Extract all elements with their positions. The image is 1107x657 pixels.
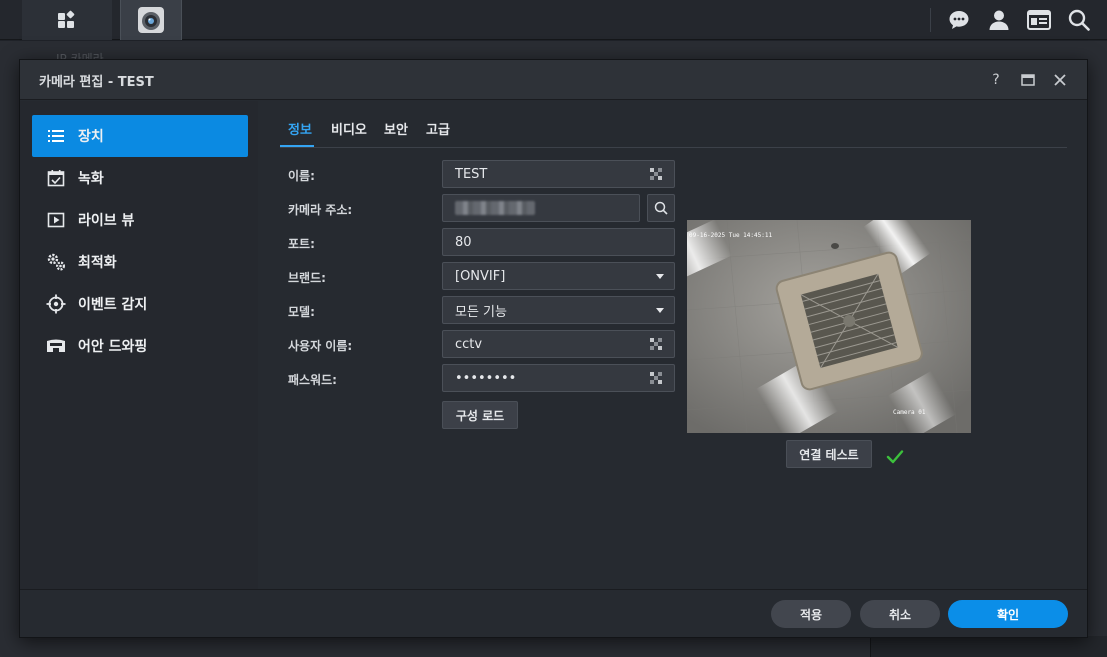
- port-value: 80: [455, 234, 472, 250]
- model-value: 모든 기능: [455, 304, 507, 320]
- crosshair-icon: [46, 294, 66, 314]
- sidebar-item-label: 장치: [78, 129, 104, 145]
- name-label: 이름:: [288, 169, 315, 183]
- password-field[interactable]: ••••••••: [442, 364, 675, 392]
- name-value: TEST: [455, 166, 488, 182]
- sidebar-item-recording[interactable]: 녹화: [32, 157, 248, 199]
- sidebar-item-device[interactable]: 장치: [32, 115, 248, 157]
- edit-camera-dialog: 카메라 편집 - TEST ? 장치 녹화 라이브 뷰 최적화 이벤트 감지 어…: [19, 59, 1088, 638]
- dialog-content: 정보 비디오 보안 고급 이름: TEST 카메라 주소: 포트: 80 브랜드…: [258, 101, 1087, 589]
- dialog-header: 카메라 편집 - TEST ?: [20, 60, 1087, 100]
- username-label: 사용자 이름:: [288, 339, 353, 353]
- search-camera-button[interactable]: [647, 194, 675, 222]
- surveillance-camera-icon: [138, 7, 164, 33]
- sidebar-item-live-view[interactable]: 라이브 뷰: [32, 199, 248, 241]
- camera-preview: 09-16-2025 Tue 14:45:11 Camera 01: [687, 220, 971, 433]
- osd-timestamp: 09-16-2025 Tue 14:45:11: [689, 232, 772, 239]
- active-tab-indicator: [280, 145, 314, 147]
- fisheye-icon: [46, 336, 66, 356]
- tab-video[interactable]: 비디오: [331, 119, 367, 138]
- chevron-down-icon: [656, 307, 664, 313]
- sidebar-item-label: 녹화: [78, 171, 104, 187]
- chat-icon: [949, 11, 969, 29]
- camera-address-field[interactable]: [442, 194, 640, 222]
- chevron-down-icon: [656, 273, 664, 279]
- help-button[interactable]: ?: [986, 70, 1006, 90]
- port-field[interactable]: 80: [442, 228, 675, 256]
- keyboard-icon[interactable]: [648, 370, 664, 386]
- dialog-sidebar: 장치 녹화 라이브 뷰 최적화 이벤트 감지 어안 드와핑: [20, 101, 258, 589]
- search-icon: [654, 201, 668, 215]
- sidebar-item-fisheye-dewarping[interactable]: 어안 드와핑: [32, 325, 248, 367]
- search-icon: [1068, 9, 1090, 31]
- check-icon: [886, 450, 904, 464]
- maximize-icon: [1021, 74, 1035, 86]
- brand-select[interactable]: [ONVIF]: [442, 262, 675, 290]
- name-field[interactable]: TEST: [442, 160, 675, 188]
- osd-camera-label: Camera 01: [893, 409, 926, 416]
- tab-info[interactable]: 정보: [288, 119, 312, 138]
- tab-divider: [280, 147, 1067, 148]
- model-label: 모델:: [288, 305, 315, 319]
- model-select[interactable]: 모든 기능: [442, 296, 675, 324]
- widget-icon: [1027, 10, 1051, 30]
- user-icon: [989, 10, 1009, 30]
- load-config-button[interactable]: 구성 로드: [442, 401, 518, 429]
- user-button[interactable]: [987, 8, 1011, 32]
- sidebar-item-label: 어안 드와핑: [78, 339, 148, 355]
- brand-label: 브랜드:: [288, 271, 326, 285]
- taskbar: [0, 0, 1107, 40]
- password-label: 패스워드:: [288, 373, 337, 387]
- sidebar-item-label: 라이브 뷰: [78, 213, 135, 229]
- maximize-button[interactable]: [1018, 70, 1038, 90]
- close-icon: [1054, 74, 1066, 86]
- chat-button[interactable]: [947, 8, 971, 32]
- username-field[interactable]: cctv: [442, 330, 675, 358]
- ok-button[interactable]: 확인: [948, 600, 1068, 628]
- dialog-title: 카메라 편집 - TEST: [39, 75, 154, 90]
- test-connection-button[interactable]: 연결 테스트: [786, 440, 872, 468]
- widgets-button[interactable]: [1027, 8, 1051, 32]
- search-button[interactable]: [1067, 8, 1091, 32]
- taskbar-separator: [930, 8, 931, 32]
- main-menu-button[interactable]: [22, 0, 112, 40]
- sidebar-item-label: 이벤트 감지: [78, 297, 148, 313]
- help-icon: ?: [992, 72, 1000, 88]
- brand-value: [ONVIF]: [455, 268, 506, 284]
- list-icon: [46, 126, 66, 146]
- sidebar-item-event-detection[interactable]: 이벤트 감지: [32, 283, 248, 325]
- redacted-address: [455, 201, 535, 215]
- keyboard-icon[interactable]: [648, 336, 664, 352]
- tab-advanced[interactable]: 고급: [426, 119, 450, 138]
- grid-apps-icon: [58, 10, 75, 28]
- play-icon: [46, 210, 66, 230]
- background-window-panel: [870, 636, 1107, 657]
- password-value: ••••••••: [455, 370, 517, 386]
- keyboard-icon[interactable]: [648, 166, 664, 182]
- camera-preview-image: 09-16-2025 Tue 14:45:11 Camera 01: [687, 220, 971, 433]
- cancel-button[interactable]: 취소: [860, 600, 940, 628]
- calendar-check-icon: [46, 168, 66, 188]
- sidebar-item-label: 최적화: [78, 255, 117, 271]
- sidebar-item-optimization[interactable]: 최적화: [32, 241, 248, 283]
- gears-icon: [46, 252, 66, 272]
- username-value: cctv: [455, 336, 483, 352]
- address-label: 카메라 주소:: [288, 203, 353, 217]
- port-label: 포트:: [288, 237, 315, 251]
- surveillance-app-button[interactable]: [120, 0, 182, 40]
- tab-security[interactable]: 보안: [384, 119, 408, 138]
- close-button[interactable]: [1050, 70, 1070, 90]
- apply-button[interactable]: 적용: [771, 600, 851, 628]
- dialog-footer: 적용 취소 확인: [20, 589, 1087, 637]
